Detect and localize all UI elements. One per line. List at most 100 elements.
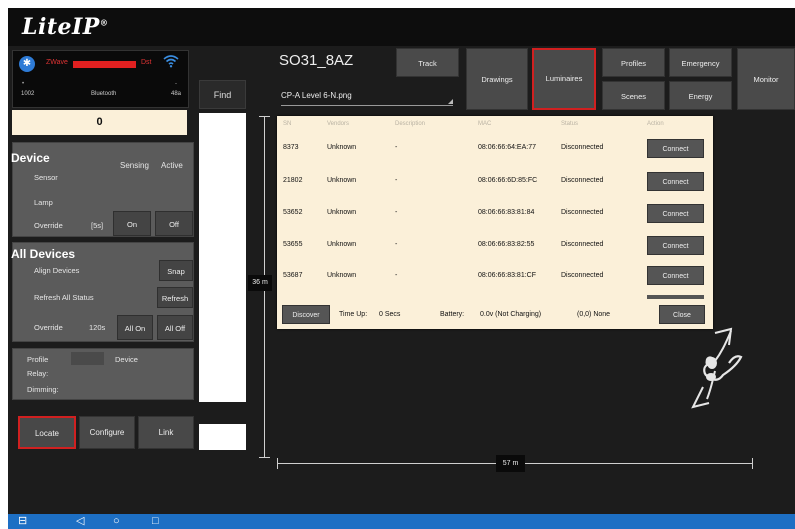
time-up-value: 0 Secs — [379, 311, 401, 318]
row-mac: 08:06:66:83:81:84 — [478, 209, 535, 216]
connect-button[interactable]: Connect — [647, 236, 704, 255]
bt-dot: • — [22, 81, 25, 87]
all-off-button[interactable]: All Off — [157, 315, 193, 340]
site-title: SO31_8AZ — [279, 52, 354, 69]
bluetooth-icon[interactable]: ✱ — [19, 56, 35, 72]
row-vendor: Unknown — [327, 144, 357, 151]
all-devices-panel: All Devices Align Devices Snap Refresh A… — [11, 242, 194, 342]
all-devices-title: All Devices — [11, 247, 76, 261]
refresh-button[interactable]: Refresh — [157, 287, 193, 308]
luminaires-button[interactable]: Luminaires — [532, 48, 596, 110]
connect-button[interactable]: Connect — [647, 266, 704, 285]
row-vendor: Unknown — [327, 241, 357, 248]
connect-button[interactable]: Connect — [647, 204, 704, 223]
connect-button[interactable]: Connect — [647, 172, 704, 191]
battery-label: Battery: — [440, 311, 465, 318]
header-description: Description — [395, 121, 426, 127]
dialog-header-row: SN Vendors Description MAC Status Action — [277, 116, 713, 130]
all-on-button[interactable]: All On — [117, 315, 153, 340]
find-input-box[interactable] — [199, 424, 246, 450]
on-button[interactable]: On — [113, 211, 151, 236]
row-mac: 08:06:66:64:EA:77 — [478, 144, 536, 151]
dialog-footer: Discover Time Up: 0 Secs Battery: 0.0v (… — [277, 301, 713, 329]
emergency-button[interactable]: Emergency — [669, 48, 732, 77]
zwave-label: ZWave — [46, 59, 68, 66]
home-icon[interactable]: ○ — [113, 515, 120, 528]
header-status: Status — [561, 121, 579, 127]
snap-button[interactable]: Snap — [159, 260, 193, 281]
connect-button[interactable]: Connect — [647, 139, 704, 158]
refresh-all-label: Refresh All Status — [34, 293, 94, 302]
app-logo: LiteIP® — [22, 14, 109, 40]
bluetooth-caption: Bluetooth — [91, 91, 117, 97]
coords-value: (0,0) None — [577, 311, 611, 318]
lamp-label: Lamp — [34, 198, 53, 207]
battery-value: 0.0v (Not Charging) — [480, 311, 542, 318]
sensor-label: Sensor — [34, 173, 58, 182]
wifi-dash: - — [175, 81, 177, 87]
locate-button[interactable]: Locate — [18, 416, 76, 449]
row-description: - — [395, 177, 398, 184]
relay-label: Relay: — [27, 369, 49, 378]
discover-button[interactable]: Discover — [282, 305, 330, 324]
height-ruler-bottom-tick — [259, 457, 270, 458]
header-sn: SN — [283, 121, 292, 127]
signal-bar — [73, 61, 136, 68]
header-action: Action — [647, 121, 664, 127]
link-button[interactable]: Link — [138, 416, 194, 449]
recents-icon[interactable]: □ — [152, 515, 159, 528]
device-panel: Device Sensing Active Sensor Lamp Overri… — [11, 142, 194, 237]
sensing-header: Sensing — [120, 161, 149, 170]
profiles-button[interactable]: Profiles — [602, 48, 665, 77]
search-results-list[interactable] — [199, 113, 246, 402]
row-sn: 21802 — [283, 177, 303, 184]
all-override-label: Override — [34, 323, 63, 332]
energy-button[interactable]: Energy — [669, 81, 732, 110]
bt-id: 1002 — [21, 91, 35, 97]
row-mac: 08:06:66:83:82:55 — [478, 241, 535, 248]
scenes-button[interactable]: Scenes — [602, 81, 665, 110]
drawing-selector[interactable]: CP-A Level 6-N.png — [281, 86, 453, 106]
device-info-panel: Profile Device Relay: Dimming: — [12, 348, 194, 400]
dst-label: Dst — [141, 59, 152, 66]
row-sn: 53652 — [283, 209, 303, 216]
track-button[interactable]: Track — [396, 48, 459, 77]
header-vendor: Vendors — [327, 121, 350, 127]
row-vendor: Unknown — [327, 209, 357, 216]
all-override-duration: 120s — [89, 323, 106, 332]
row-mac: 08:06:66:6D:85:FC — [478, 177, 538, 184]
wifi-id: 48a — [171, 91, 182, 97]
row-sn: 53687 — [283, 272, 303, 279]
screen-mirror-icon[interactable]: ⊟ — [18, 515, 27, 528]
luminaires-dialog: SN Vendors Description MAC Status Action… — [277, 116, 713, 329]
drawings-button[interactable]: Drawings — [466, 48, 528, 110]
width-ruler-left-tick — [277, 458, 278, 469]
profile-label: Profile — [27, 355, 49, 364]
header-mac: MAC — [478, 121, 492, 127]
find-button[interactable]: Find — [199, 80, 246, 109]
row-status: Disconnected — [561, 144, 604, 151]
next-row-peek — [647, 295, 704, 299]
back-icon[interactable]: ◁ — [76, 515, 84, 528]
connection-status-box: ✱ ZWave Dst • - 1002 Bluetooth 48a — [12, 50, 189, 108]
dimming-label: Dimming: — [27, 385, 59, 394]
top-bar: LiteIP® — [8, 8, 795, 46]
off-button[interactable]: Off — [155, 211, 193, 236]
time-up-label: Time Up: — [339, 311, 368, 318]
android-nav-bar: ⊟ ◁ ○ □ — [8, 514, 795, 529]
dropdown-corner-icon — [448, 99, 453, 104]
drawing-name: CP-A Level 6-N.png — [281, 91, 352, 100]
device-panel-title: Device — [11, 151, 50, 165]
pinch-gesture-icon — [685, 325, 755, 415]
active-header: Active — [161, 161, 183, 170]
configure-button[interactable]: Configure — [79, 416, 135, 449]
override-duration: [5s] — [91, 221, 104, 230]
monitor-button[interactable]: Monitor — [737, 48, 795, 110]
width-dimension: 57 m — [496, 455, 525, 472]
close-button[interactable]: Close — [659, 305, 705, 324]
width-ruler-right-tick — [752, 458, 753, 469]
align-devices-label: Align Devices — [34, 266, 80, 275]
row-mac: 08:06:66:83:81:CF — [478, 272, 536, 279]
height-ruler-top-tick — [259, 116, 270, 117]
wifi-icon[interactable] — [163, 54, 179, 73]
